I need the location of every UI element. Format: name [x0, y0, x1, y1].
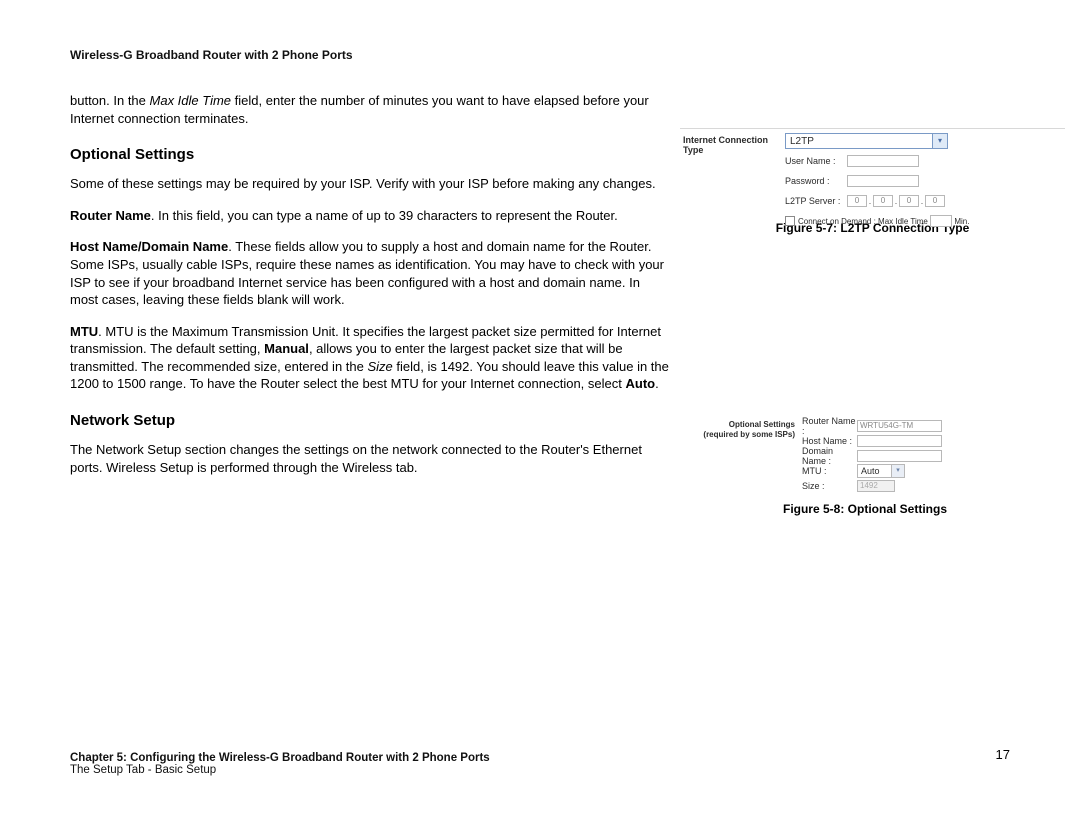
figure-5-8-caption: Figure 5-8: Optional Settings	[700, 502, 1030, 516]
connect-on-demand-checkbox[interactable]	[785, 216, 795, 226]
username-label: User Name :	[785, 156, 847, 166]
chevron-down-icon: ▾	[891, 465, 904, 477]
mtu-manual: Manual	[264, 341, 309, 356]
mtu-term: MTU	[70, 324, 98, 339]
optional-p3: Host Name/Domain Name. These fields allo…	[70, 238, 670, 308]
router-name-label: Router Name :	[802, 416, 857, 436]
min-label: Min.	[954, 217, 969, 226]
opt-left1: Optional Settings	[700, 420, 795, 430]
mtu-select[interactable]: Auto ▾	[857, 464, 905, 478]
figure-5-7-panel: Internet Connection Type L2TP ▾ User Nam…	[680, 128, 1065, 209]
network-setup-heading: Network Setup	[70, 411, 670, 431]
mtu-label: MTU :	[802, 466, 857, 476]
mtu-t4: .	[655, 376, 659, 391]
figure-5-8-panel: Optional Settings (required by some ISPs…	[700, 416, 1030, 490]
max-idle-time-input[interactable]	[930, 215, 952, 227]
password-label: Password :	[785, 176, 847, 186]
l2tp-server-label: L2TP Server :	[785, 196, 847, 206]
optional-p4: MTU. MTU is the Maximum Transmission Uni…	[70, 323, 670, 393]
footer-section: The Setup Tab - Basic Setup	[70, 764, 1010, 776]
optional-p1: Some of these settings may be required b…	[70, 175, 670, 193]
mtu-size-ital: Size	[367, 359, 392, 374]
optional-settings-heading: Optional Settings	[70, 145, 670, 165]
router-name-input[interactable]: WRTU54G-TM	[857, 420, 942, 432]
opt-left2: (required by some ISPs)	[700, 430, 795, 440]
ip-seg-3[interactable]: 0	[899, 195, 919, 207]
internet-connection-type-label: Internet Connection Type	[683, 135, 783, 155]
size-input: 1492	[857, 480, 895, 492]
main-content: button. In the Max Idle Time field, ente…	[70, 92, 670, 490]
username-input[interactable]	[847, 155, 919, 167]
hostdomain-term: Host Name/Domain Name	[70, 239, 228, 254]
connect-on-demand-label: Connect on Demand : Max Idle Time	[798, 217, 928, 226]
doc-header-title: Wireless-G Broadband Router with 2 Phone…	[70, 48, 353, 62]
router-name-term: Router Name	[70, 208, 151, 223]
footer-chapter: Chapter 5: Configuring the Wireless-G Br…	[70, 752, 490, 764]
figure-5-7: Internet Connection Type L2TP ▾ User Nam…	[680, 128, 1065, 235]
intro-pre: button. In the	[70, 93, 150, 108]
network-setup-p: The Network Setup section changes the se…	[70, 441, 670, 476]
ip-seg-1[interactable]: 0	[847, 195, 867, 207]
intro-ital: Max Idle Time	[150, 93, 232, 108]
optional-p2: Router Name. In this field, you can type…	[70, 207, 670, 225]
chevron-down-icon: ▾	[932, 134, 947, 148]
connection-type-value: L2TP	[790, 136, 814, 147]
host-name-input[interactable]	[857, 435, 942, 447]
figure-5-8: Optional Settings (required by some ISPs…	[700, 416, 1030, 516]
ip-seg-2[interactable]: 0	[873, 195, 893, 207]
domain-name-label: Domain Name :	[802, 446, 857, 466]
intro-continuation: button. In the Max Idle Time field, ente…	[70, 92, 670, 127]
mtu-select-value: Auto	[861, 466, 880, 476]
ip-seg-4[interactable]: 0	[925, 195, 945, 207]
password-input[interactable]	[847, 175, 919, 187]
size-label: Size :	[802, 481, 857, 491]
optional-settings-panel-label: Optional Settings (required by some ISPs…	[700, 420, 795, 439]
domain-name-input[interactable]	[857, 450, 942, 462]
router-name-desc: . In this field, you can type a name of …	[151, 208, 618, 223]
page-footer: Chapter 5: Configuring the Wireless-G Br…	[70, 752, 1010, 776]
host-name-label: Host Name :	[802, 436, 857, 446]
mtu-auto: Auto	[625, 376, 655, 391]
connection-type-select[interactable]: L2TP ▾	[785, 133, 948, 149]
